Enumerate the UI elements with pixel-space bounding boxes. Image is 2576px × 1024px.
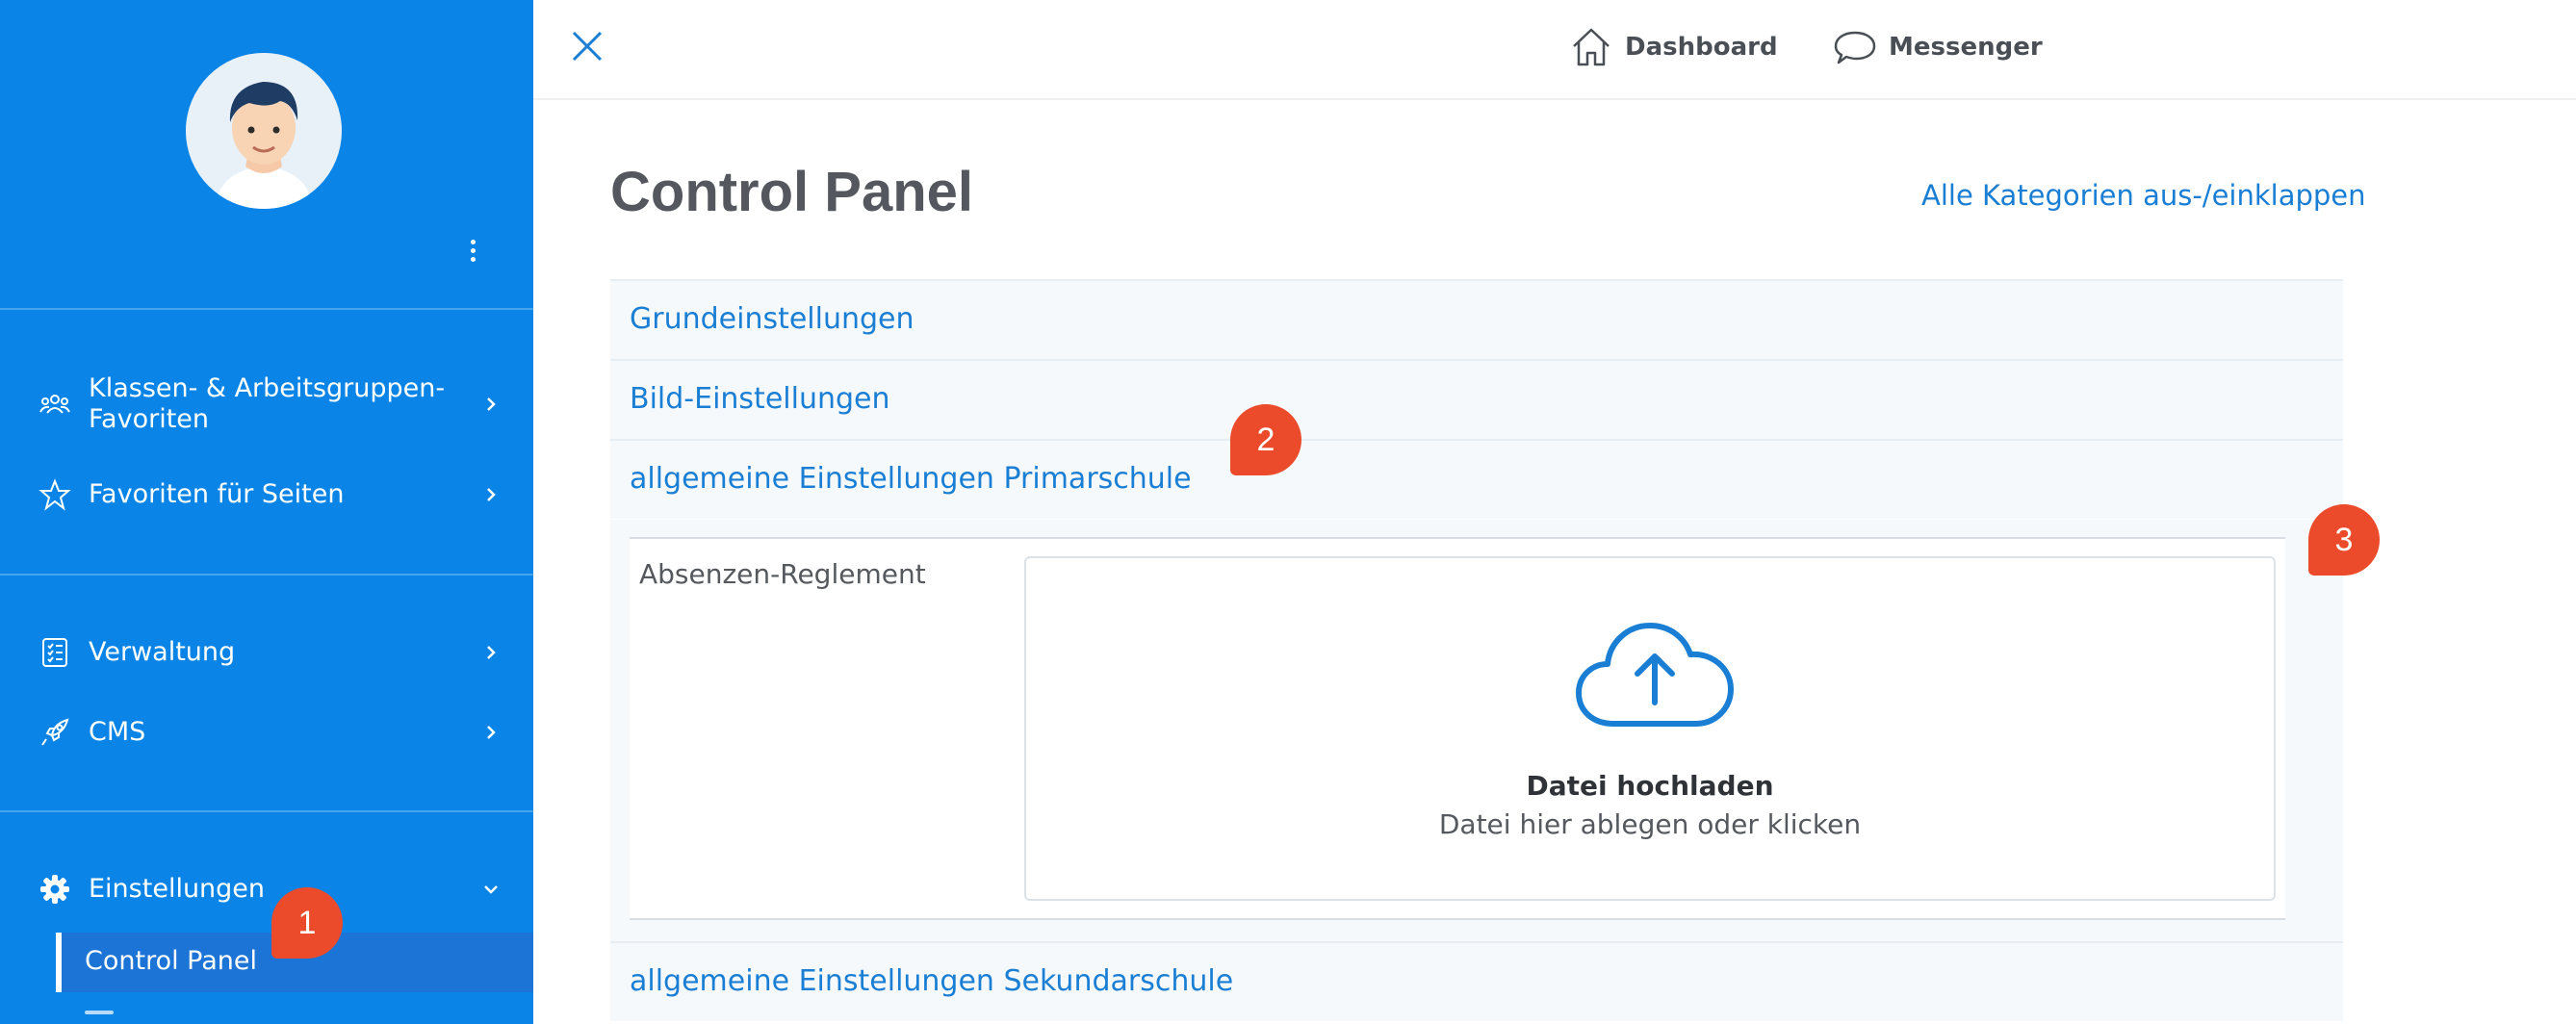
avatar[interactable] <box>186 53 342 209</box>
close-icon[interactable] <box>568 27 606 65</box>
sidebar-divider <box>0 574 533 576</box>
sidebar-divider <box>0 810 533 812</box>
home-icon <box>1573 28 1610 66</box>
accordion-label: Grundeinstellungen <box>630 302 914 336</box>
more-options-icon[interactable] <box>466 237 479 271</box>
star-icon <box>39 478 71 511</box>
sidebar-subitem-label: Control Panel <box>85 946 258 976</box>
sidebar-item-label: Favoriten für Seiten <box>89 479 345 509</box>
top-bar: Dashboard Messenger <box>533 0 2576 100</box>
chevron-right-icon <box>487 646 496 659</box>
page-title: Control Panel <box>610 161 974 223</box>
messenger-label: Messenger <box>1889 33 2043 62</box>
accordion-label: allgemeine Einstellungen Sekundarschule <box>630 964 1234 998</box>
chevron-right-icon <box>487 726 496 739</box>
step-badge-3: 3 <box>2308 504 2380 576</box>
chevron-right-icon <box>487 488 496 501</box>
sidebar-item-verwaltung[interactable]: Verwaltung <box>39 636 501 669</box>
upload-title: Datei hochladen <box>1526 770 1774 802</box>
step-badge-1: 1 <box>271 887 343 959</box>
active-indicator <box>56 933 62 992</box>
checklist-icon <box>42 638 67 667</box>
file-upload-dropzone[interactable]: Datei hochladen Datei hier ablegen oder … <box>1024 556 2276 901</box>
sidebar-item-label: Klassen- & Arbeitsgruppen- Favoriten <box>89 373 446 434</box>
badge-number: 3 <box>2334 521 2354 558</box>
sidebar-divider <box>0 308 533 310</box>
sidebar-item-label: CMS <box>89 717 146 747</box>
sidebar-item-page-favorites[interactable]: Favoriten für Seiten <box>39 478 501 511</box>
toggle-all-categories-link[interactable]: Alle Kategorien aus-/einklappen <box>1921 179 2366 212</box>
chat-bubble-icon <box>1834 31 1876 64</box>
sidebar-item-einstellungen[interactable]: Einstellungen <box>39 873 501 906</box>
gear-icon <box>40 875 69 904</box>
chevron-down-icon <box>484 885 498 894</box>
accordion-primarschule[interactable]: allgemeine Einstellungen Primarschule <box>610 439 2343 519</box>
messenger-link[interactable]: Messenger <box>1833 23 2043 71</box>
sidebar-item-class-favorites[interactable]: Klassen- & Arbeitsgruppen- Favoriten <box>39 373 501 435</box>
accordion-sekundarschule[interactable]: allgemeine Einstellungen Sekundarschule <box>610 941 2343 1021</box>
dashboard-link[interactable]: Dashboard <box>1569 23 1778 71</box>
upload-hint: Datei hier ablegen oder klicken <box>1438 808 1862 840</box>
accordion-label: Bild-Einstellungen <box>630 382 890 416</box>
accordion-bild-einstellungen[interactable]: Bild-Einstellungen <box>610 359 2343 439</box>
avatar-illustration <box>186 53 342 209</box>
accordion-grundeinstellungen[interactable]: Grundeinstellungen <box>610 279 2343 359</box>
cloud-upload-icon <box>1576 623 1734 727</box>
sidebar: Klassen- & Arbeitsgruppen- Favoriten Fav… <box>0 0 533 1024</box>
field-label: Absenzen-Reglement <box>639 558 926 590</box>
chevron-right-icon <box>487 397 496 411</box>
sidebar-next-item-partial <box>85 1011 114 1014</box>
sidebar-item-cms[interactable]: CMS <box>39 716 501 749</box>
step-badge-2: 2 <box>1230 404 1301 475</box>
accordion-label: allgemeine Einstellungen Primarschule <box>630 462 1192 496</box>
rocket-icon <box>41 718 69 746</box>
badge-number: 1 <box>297 904 317 941</box>
dashboard-label: Dashboard <box>1625 33 1778 62</box>
users-icon <box>39 395 70 414</box>
badge-number: 2 <box>1256 421 1275 458</box>
sidebar-item-label: Verwaltung <box>89 637 236 667</box>
